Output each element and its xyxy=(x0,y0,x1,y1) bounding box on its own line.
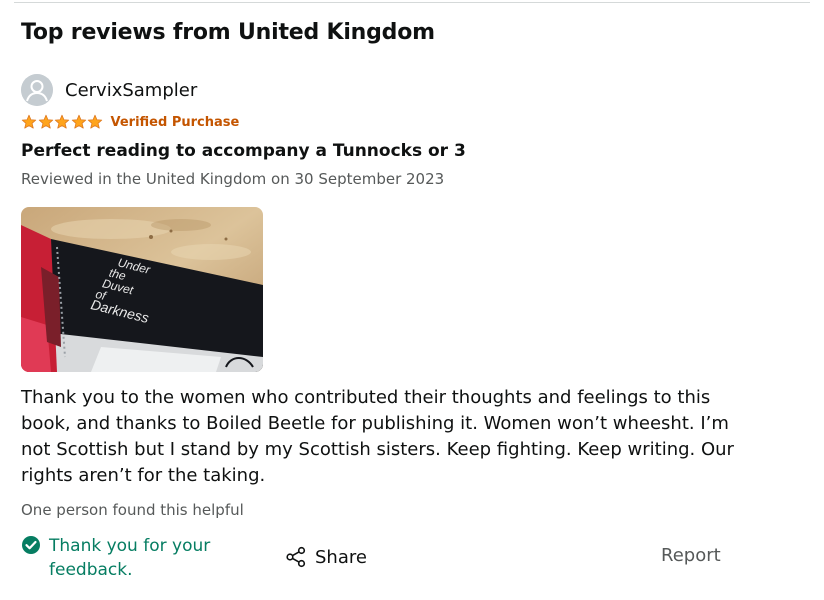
share-button[interactable]: Share xyxy=(285,546,367,568)
user-silhouette-icon xyxy=(21,74,53,106)
review-body: Thank you to the women who contributed t… xyxy=(21,387,734,486)
rating-row: Verified Purchase xyxy=(21,114,239,130)
reviewer-profile[interactable]: CervixSampler xyxy=(21,74,197,106)
top-divider xyxy=(14,2,810,3)
feedback-text: Thank you for your feedback. xyxy=(49,536,211,580)
avatar xyxy=(21,74,53,106)
star-icon xyxy=(71,114,86,129)
share-icon xyxy=(286,546,306,568)
check-circle-icon xyxy=(22,536,40,554)
star-rating[interactable] xyxy=(21,114,104,130)
review-title[interactable]: Perfect reading to accompany a Tunnocks … xyxy=(21,141,466,161)
review-image[interactable]: Under the Duvet of Darkness xyxy=(21,207,263,372)
review-photo: Under the Duvet of Darkness xyxy=(21,207,263,372)
helpful-count: One person found this helpful xyxy=(21,501,244,519)
star-icon xyxy=(21,114,37,129)
review-date: Reviewed in the United Kingdom on 30 Sep… xyxy=(21,170,445,188)
reviewer-name: CervixSampler xyxy=(65,79,198,101)
section-title: Top reviews from United Kingdom xyxy=(21,20,435,45)
report-link[interactable]: Report xyxy=(661,545,721,566)
share-label: Share xyxy=(315,546,367,568)
star-icon xyxy=(38,114,53,129)
verified-purchase-badge[interactable]: Verified Purchase xyxy=(111,115,240,130)
feedback-confirmation: Thank you for your feedback. xyxy=(21,534,219,582)
star-icon xyxy=(87,114,103,129)
star-icon xyxy=(54,114,70,129)
